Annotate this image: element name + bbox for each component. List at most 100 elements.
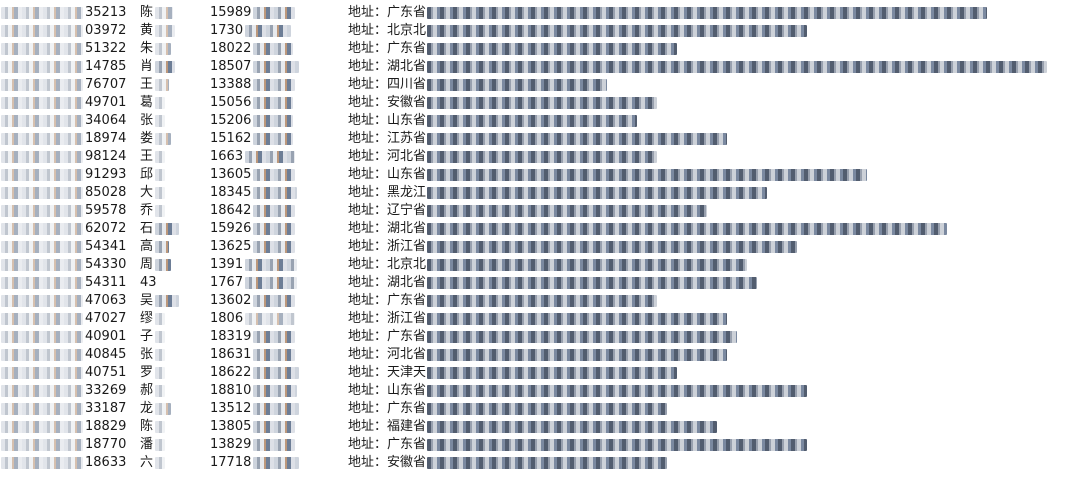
address-cell: 地址：广东省 bbox=[348, 328, 1080, 346]
redacted-mask bbox=[245, 313, 296, 325]
phone-text: 18345 bbox=[209, 184, 253, 202]
order-number-text: 54330 bbox=[84, 256, 128, 274]
customer-name-text: 陈 bbox=[139, 4, 155, 22]
customer-name-cell: 郝 bbox=[139, 382, 199, 400]
redacted-mask bbox=[427, 367, 678, 379]
customer-name-text: 罗 bbox=[139, 364, 155, 382]
address-cell: 地址：湖北省 bbox=[348, 274, 1080, 292]
phone-text: 13388 bbox=[209, 76, 253, 94]
order-number-cell: 18829 bbox=[0, 418, 135, 436]
order-list: 35213 陈 15989 地址：广东省 03972 黄 1730 地址：北京北… bbox=[0, 4, 1080, 478]
address-text: 地址：北京北 bbox=[348, 22, 427, 40]
phone-cell: 18810 bbox=[209, 382, 319, 400]
redacted-mask bbox=[427, 115, 638, 127]
phone-text: 1663 bbox=[209, 148, 245, 166]
redacted-mask bbox=[155, 205, 166, 217]
redacted-mask bbox=[1, 187, 83, 199]
phone-text: 1730 bbox=[209, 22, 245, 40]
order-number-cell: 91293 bbox=[0, 166, 135, 184]
redacted-mask bbox=[155, 187, 166, 199]
address-cell: 地址：四川省 bbox=[348, 76, 1080, 94]
order-number-cell: 49701 bbox=[0, 94, 135, 112]
customer-name-text: 娄 bbox=[139, 130, 155, 148]
redacted-mask bbox=[155, 403, 172, 415]
order-number-text: 18829 bbox=[84, 418, 128, 436]
customer-name-cell: 乔 bbox=[139, 202, 199, 220]
redacted-mask bbox=[253, 79, 296, 91]
list-row: 62072 石 15926 地址：湖北省 bbox=[0, 220, 1080, 238]
redacted-mask bbox=[427, 223, 948, 235]
phone-cell: 1663 bbox=[209, 148, 319, 166]
order-number-cell: 18633 bbox=[0, 454, 135, 472]
address-cell: 地址：山东省 bbox=[348, 166, 1080, 184]
redacted-mask bbox=[253, 43, 294, 55]
phone-cell: 13625 bbox=[209, 238, 319, 256]
redacted-mask bbox=[245, 259, 298, 271]
address-cell: 地址：北京北 bbox=[348, 256, 1080, 274]
phone-text: 17718 bbox=[209, 454, 253, 472]
customer-name-cell: 张 bbox=[139, 112, 199, 130]
address-cell: 地址：广东省 bbox=[348, 4, 1080, 22]
phone-text: 1767 bbox=[209, 274, 245, 292]
customer-name-text: 黄 bbox=[139, 22, 155, 40]
redacted-mask bbox=[427, 7, 988, 19]
redacted-mask bbox=[155, 25, 176, 37]
list-row: 54311 43 1767 地址：湖北省 bbox=[0, 274, 1080, 292]
redacted-mask bbox=[427, 61, 1048, 73]
redacted-mask bbox=[155, 133, 172, 145]
redacted-mask bbox=[253, 367, 300, 379]
customer-name-text: 吴 bbox=[139, 292, 155, 310]
redacted-mask bbox=[427, 331, 738, 343]
list-row: 47027 缪 1806 地址：浙江省 bbox=[0, 310, 1080, 328]
address-text: 地址：湖北省 bbox=[348, 274, 427, 292]
address-cell: 地址：湖北省 bbox=[348, 220, 1080, 238]
address-cell: 地址：北京北 bbox=[348, 22, 1080, 40]
list-row: 14785 肖 18507 地址：湖北省 bbox=[0, 58, 1080, 76]
order-number-text: 40751 bbox=[84, 364, 128, 382]
customer-name-text: 周 bbox=[139, 256, 155, 274]
address-cell: 地址：山东省 bbox=[348, 382, 1080, 400]
redacted-mask bbox=[427, 205, 708, 217]
customer-name-text: 朱 bbox=[139, 40, 155, 58]
customer-name-text: 葛 bbox=[139, 94, 155, 112]
phone-text: 18507 bbox=[209, 58, 253, 76]
order-number-text: 54341 bbox=[84, 238, 128, 256]
customer-name-text: 肖 bbox=[139, 58, 155, 76]
phone-cell: 15206 bbox=[209, 112, 319, 130]
redacted-mask bbox=[427, 259, 748, 271]
list-row: 40901 子 18319 地址：广东省 bbox=[0, 328, 1080, 346]
redacted-mask bbox=[1, 169, 83, 181]
customer-name-cell: 子 bbox=[139, 328, 199, 346]
customer-name-cell: 肖 bbox=[139, 58, 199, 76]
list-row: 54330 周 1391 地址：北京北 bbox=[0, 256, 1080, 274]
redacted-mask bbox=[155, 349, 166, 361]
phone-text: 18022 bbox=[209, 40, 253, 58]
order-number-text: 98124 bbox=[84, 148, 128, 166]
customer-name-text: 大 bbox=[139, 184, 155, 202]
redacted-mask bbox=[1, 313, 83, 325]
customer-name-text: 张 bbox=[139, 112, 155, 130]
list-row: 54341 高 13625 地址：浙江省 bbox=[0, 238, 1080, 256]
redacted-mask bbox=[155, 169, 166, 181]
redacted-mask bbox=[253, 7, 296, 19]
customer-name-cell: 朱 bbox=[139, 40, 199, 58]
order-number-cell: 54330 bbox=[0, 256, 135, 274]
customer-name-cell: 葛 bbox=[139, 94, 199, 112]
phone-cell: 18622 bbox=[209, 364, 319, 382]
redacted-mask bbox=[427, 385, 808, 397]
list-row: 85028 大 18345 地址：黑龙江 bbox=[0, 184, 1080, 202]
address-text: 地址：安徽省 bbox=[348, 454, 427, 472]
redacted-mask bbox=[253, 187, 298, 199]
redacted-mask bbox=[427, 457, 668, 469]
address-text: 地址：福建省 bbox=[348, 418, 427, 436]
order-number-text: 62072 bbox=[84, 220, 128, 238]
address-text: 地址：山东省 bbox=[348, 112, 427, 130]
phone-cell: 15162 bbox=[209, 130, 319, 148]
order-number-text: 33269 bbox=[84, 382, 128, 400]
redacted-mask bbox=[245, 277, 298, 289]
redacted-mask bbox=[1, 403, 83, 415]
phone-cell: 17718 bbox=[209, 454, 319, 472]
order-number-cell: 98124 bbox=[0, 148, 135, 166]
redacted-mask bbox=[253, 241, 296, 253]
address-cell: 地址：广东省 bbox=[348, 292, 1080, 310]
